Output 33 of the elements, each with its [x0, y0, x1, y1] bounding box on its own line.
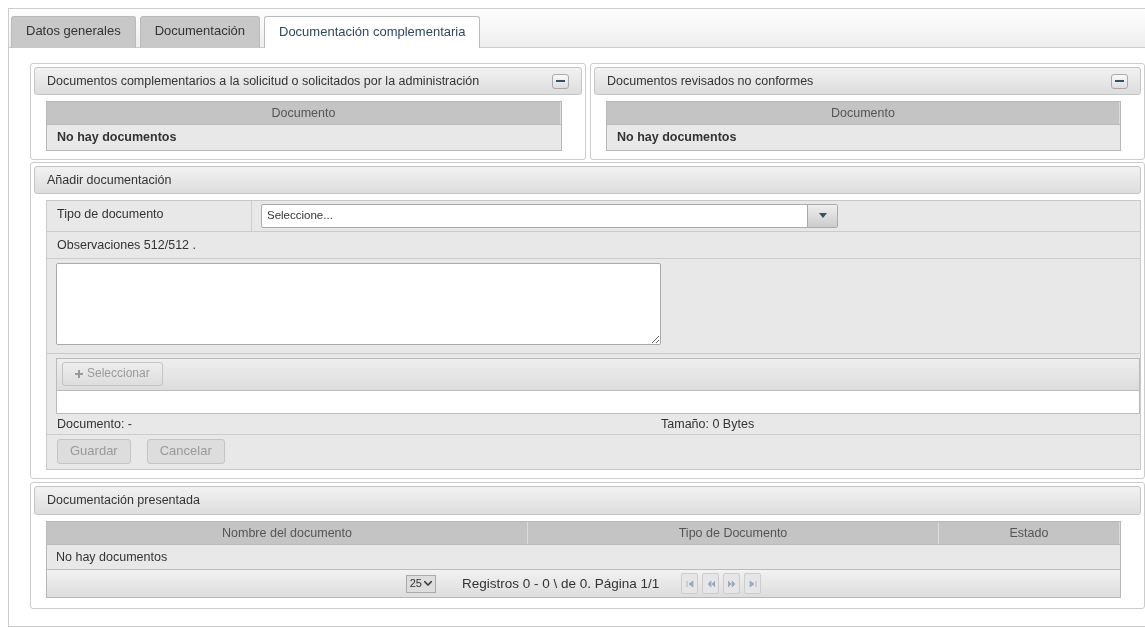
chevron-icon: [423, 581, 432, 587]
tab[interactable]: Datos generales: [11, 16, 136, 48]
column-header: Documento: [47, 102, 561, 125]
document-label: Documento: -: [57, 416, 133, 433]
select-field[interactable]: Seleccione...: [261, 203, 838, 228]
size-label: Tamaño: 0 Bytes: [661, 416, 755, 433]
panel-title: Documentación presentada: [47, 492, 200, 509]
tab[interactable]: Documentación complementaria: [264, 16, 481, 48]
collapse-button[interactable]: [552, 73, 569, 89]
empty-message: No hay documentos: [47, 543, 1120, 570]
dropdown-icon: [807, 204, 837, 227]
field-label: Tipo de documento: [47, 200, 252, 231]
page-size-select[interactable]: 25: [405, 574, 436, 593]
panel-title: Añadir documentación: [47, 171, 172, 188]
column-header: Documento: [607, 102, 1120, 125]
column-header: Tipo de Documento: [528, 521, 939, 544]
previous-page-icon: [706, 579, 715, 588]
plus-icon: [75, 369, 83, 378]
field-label: Observaciones 512/512 .: [57, 237, 196, 252]
observations-textarea[interactable]: [56, 263, 661, 346]
panel-title: Documentos complementarios a la solicitud o solicitados por la administración: [47, 72, 480, 90]
empty-message: No hay documentos: [607, 124, 1120, 150]
empty-message: No hay documentos: [47, 124, 561, 150]
select-value: Seleccione...: [267, 208, 333, 224]
panel-title: Documentos revisados no conformes: [607, 72, 814, 90]
pager-info: Registros 0 - 0 \ de 0. Página 1/1: [461, 574, 660, 593]
collapse-button[interactable]: [1111, 73, 1128, 89]
column-header: Nombre del documento: [47, 521, 528, 544]
column-header: Estado: [939, 521, 1120, 544]
tab[interactable]: Documentación: [139, 16, 260, 48]
next-page-icon: [727, 579, 736, 588]
first-page-icon: [685, 579, 694, 588]
last-page-icon: [748, 579, 757, 588]
